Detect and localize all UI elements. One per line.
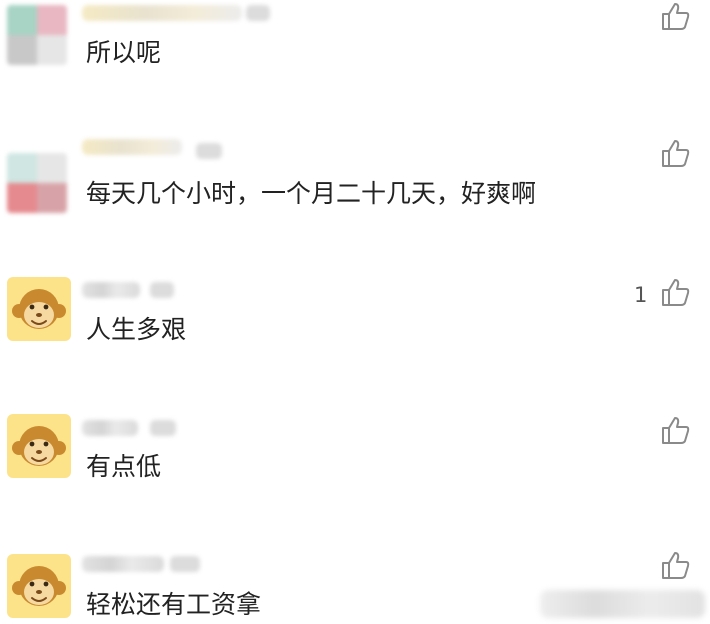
badge-redacted (196, 143, 222, 159)
thumbs-up-icon (662, 3, 690, 30)
badge-redacted (150, 282, 174, 298)
username-redacted[interactable] (82, 5, 242, 21)
like-count: 1 (634, 283, 648, 307)
username-redacted[interactable] (82, 282, 140, 298)
monkey-face-icon (12, 426, 66, 466)
username-redacted[interactable] (82, 420, 138, 436)
avatar[interactable] (7, 554, 71, 618)
comment-text: 人生多艰 (86, 315, 187, 344)
badge-redacted (170, 556, 200, 572)
like-button[interactable] (660, 276, 692, 308)
like-button[interactable] (660, 137, 692, 169)
comment-item: 每天几个小时，一个月二十几天，好爽啊 (0, 125, 710, 245)
avatar[interactable] (7, 277, 71, 341)
comment-item: 人生多艰 1 (0, 270, 710, 390)
like-button[interactable] (660, 549, 692, 581)
thumbs-up-icon (662, 279, 690, 306)
badge-redacted (150, 420, 176, 436)
comment-text: 轻松还有工资拿 (86, 590, 262, 619)
comment-item: 有点低 (0, 410, 710, 530)
monkey-face-icon (12, 289, 66, 329)
avatar[interactable] (7, 414, 71, 478)
monkey-face-icon (12, 566, 66, 606)
thumbs-up-icon (662, 140, 690, 167)
avatar[interactable] (7, 5, 67, 65)
like-button[interactable] (660, 0, 692, 32)
watermark-redacted (540, 590, 705, 618)
avatar[interactable] (7, 153, 67, 213)
thumbs-up-icon (662, 552, 690, 579)
username-redacted[interactable] (82, 556, 164, 572)
comment-text: 所以呢 (86, 38, 162, 67)
thumbs-up-icon (662, 417, 690, 444)
username-redacted[interactable] (82, 139, 182, 155)
comment-item: 所以呢 (0, 0, 710, 120)
badge-redacted (246, 5, 270, 21)
comment-text: 每天几个小时，一个月二十几天，好爽啊 (86, 179, 537, 208)
like-button[interactable] (660, 414, 692, 446)
comment-text: 有点低 (86, 452, 162, 481)
